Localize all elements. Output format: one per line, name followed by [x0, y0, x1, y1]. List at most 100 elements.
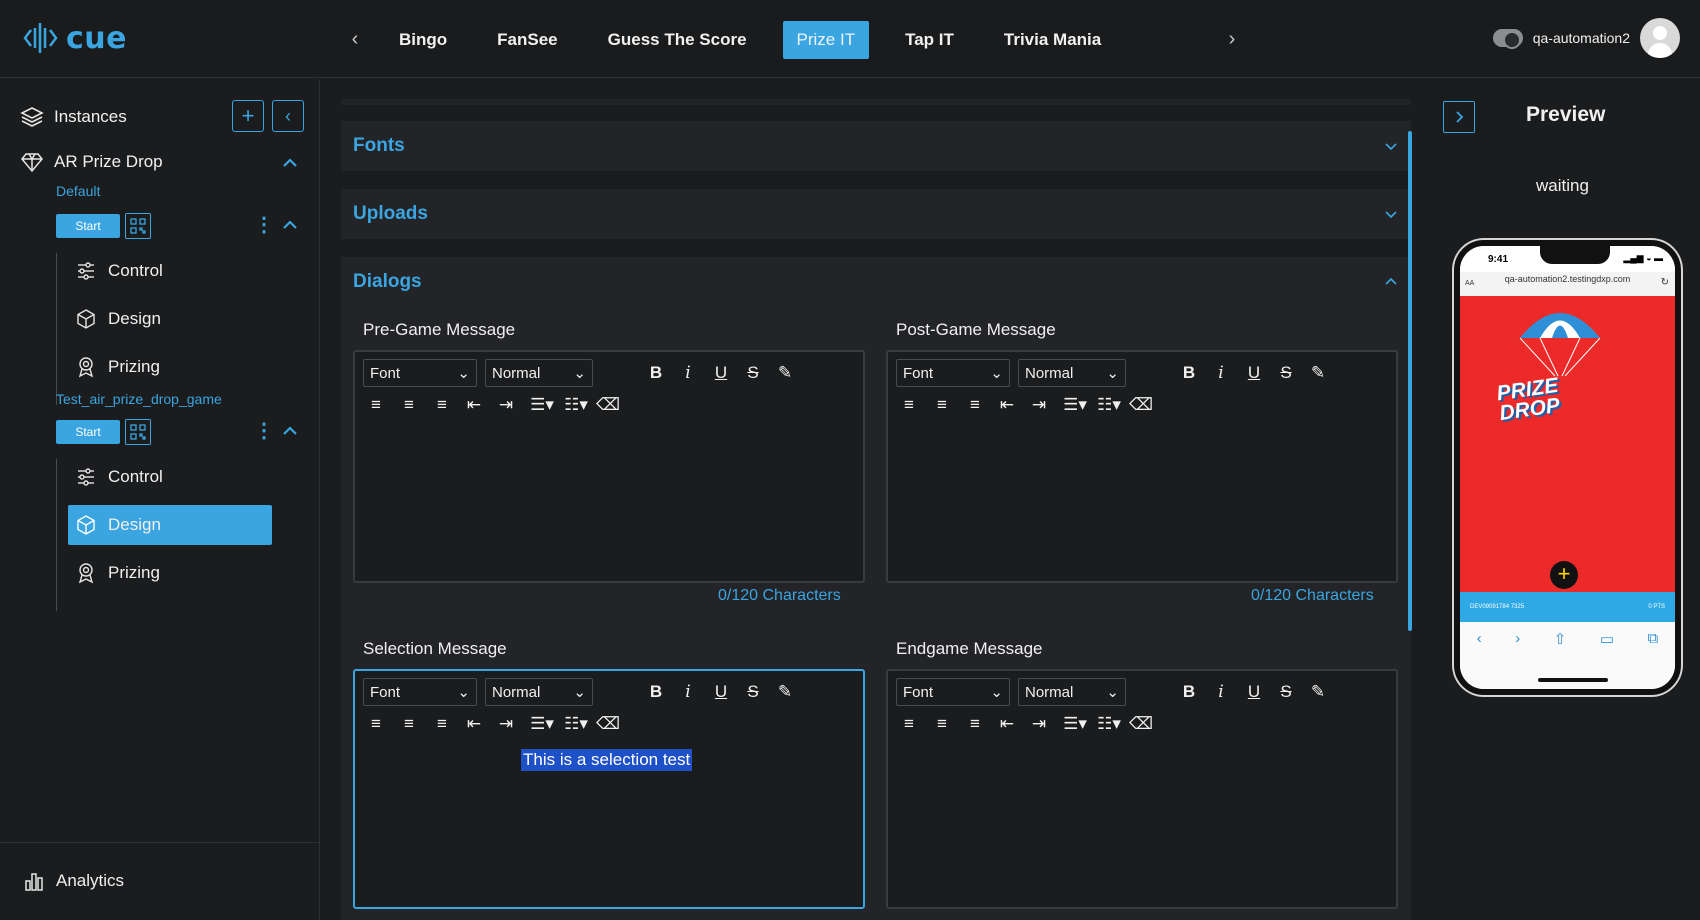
selection-editor[interactable]: Font ⌄ Normal ⌄ B i U S ✎ ≡ ≡ ≡ ⇤ ⇥ ☰▾ ☷… [353, 669, 865, 909]
align-right-icon[interactable]: ≡ [964, 713, 986, 735]
align-left-icon[interactable]: ≡ [365, 713, 387, 735]
tab-prize-it[interactable]: Prize IT [782, 21, 870, 59]
instance-name-test[interactable]: Test_air_prize_drop_game [56, 391, 222, 407]
instance-name-default[interactable]: Default [56, 183, 100, 199]
indent-icon[interactable]: ⇥ [495, 713, 517, 735]
align-right-icon[interactable]: ≡ [431, 394, 453, 416]
menu-item-control[interactable]: Control [68, 457, 272, 497]
font-select[interactable]: Font ⌄ [896, 678, 1010, 706]
user-avatar-icon[interactable] [1640, 18, 1680, 58]
nav-prev-arrow-icon[interactable]: ‹ [345, 28, 365, 50]
expand-preview-button[interactable] [1443, 101, 1475, 133]
underline-icon[interactable]: U [1243, 681, 1265, 703]
cue-logo[interactable]: cue [22, 20, 127, 56]
strikethrough-icon[interactable]: S [1275, 681, 1297, 703]
align-right-icon[interactable]: ≡ [431, 713, 453, 735]
editor-content[interactable]: This is a selection test [521, 749, 693, 771]
highlighter-icon[interactable]: ✎ [1307, 362, 1329, 384]
chevron-up-icon[interactable] [280, 421, 300, 441]
tab-tap-it[interactable]: Tap IT [891, 21, 968, 59]
outdent-icon[interactable]: ⇤ [463, 394, 485, 416]
menu-item-design[interactable]: Design [68, 299, 272, 339]
tab-bingo[interactable]: Bingo [385, 21, 461, 59]
bullet-list-icon[interactable]: ☷▾ [1094, 713, 1124, 735]
highlighter-icon[interactable]: ✎ [774, 362, 796, 384]
section-uploads[interactable]: Uploads [341, 189, 1411, 239]
highlighter-icon[interactable]: ✎ [774, 681, 796, 703]
align-center-icon[interactable]: ≡ [931, 394, 953, 416]
menu-item-control[interactable]: Control [68, 251, 272, 291]
underline-icon[interactable]: U [710, 362, 732, 384]
more-options-icon[interactable]: ⋮ [254, 215, 274, 235]
add-icon[interactable]: + [1550, 561, 1578, 589]
section-fonts[interactable]: Fonts [341, 121, 1411, 171]
underline-icon[interactable]: U [710, 681, 732, 703]
underline-icon[interactable]: U [1243, 362, 1265, 384]
tab-guess-the-score[interactable]: Guess The Score [594, 21, 761, 59]
strikethrough-icon[interactable]: S [742, 681, 764, 703]
align-right-icon[interactable]: ≡ [964, 394, 986, 416]
highlighter-icon[interactable]: ✎ [1307, 681, 1329, 703]
strikethrough-icon[interactable]: S [742, 362, 764, 384]
bold-icon[interactable]: B [1178, 362, 1200, 384]
menu-item-prizing[interactable]: Prizing [68, 553, 272, 593]
italic-icon[interactable]: i [1210, 681, 1232, 703]
collapse-sidebar-button[interactable]: ‹ [272, 100, 304, 132]
font-select[interactable]: Font ⌄ [896, 359, 1010, 387]
align-left-icon[interactable]: ≡ [898, 394, 920, 416]
qr-code-button[interactable] [125, 419, 151, 445]
chevron-up-icon[interactable] [280, 215, 300, 235]
analytics-link[interactable]: Analytics [22, 869, 124, 893]
size-select[interactable]: Normal ⌄ [1018, 359, 1126, 387]
font-select[interactable]: Font ⌄ [363, 359, 477, 387]
font-select[interactable]: Font ⌄ [363, 678, 477, 706]
ordered-list-icon[interactable]: ☰▾ [527, 713, 557, 735]
indent-icon[interactable]: ⇥ [1028, 713, 1050, 735]
tab-fansee[interactable]: FanSee [483, 21, 571, 59]
bold-icon[interactable]: B [1178, 681, 1200, 703]
theme-toggle[interactable] [1492, 29, 1523, 49]
align-center-icon[interactable]: ≡ [931, 713, 953, 735]
menu-item-prizing[interactable]: Prizing [68, 347, 272, 387]
eraser-icon[interactable]: ⌫ [1129, 713, 1153, 735]
italic-icon[interactable]: i [677, 681, 699, 703]
size-select[interactable]: Normal ⌄ [485, 359, 593, 387]
align-center-icon[interactable]: ≡ [398, 394, 420, 416]
qr-code-button[interactable] [125, 213, 151, 239]
scrollbar[interactable] [1408, 131, 1412, 631]
bold-icon[interactable]: B [645, 681, 667, 703]
pre-game-editor[interactable]: Font ⌄ Normal ⌄ B i U S ✎ ≡ ≡ ≡ ⇤ ⇥ ☰▾ ☷… [353, 350, 865, 583]
game-header[interactable]: AR Prize Drop [20, 150, 163, 174]
size-select[interactable]: Normal ⌄ [1018, 678, 1126, 706]
chevron-down-icon[interactable] [1383, 138, 1399, 154]
eraser-icon[interactable]: ⌫ [596, 394, 620, 416]
italic-icon[interactable]: i [677, 362, 699, 384]
chevron-up-icon[interactable] [280, 153, 300, 173]
add-instance-button[interactable]: + [232, 100, 264, 132]
start-button[interactable]: Start [56, 214, 120, 238]
post-game-editor[interactable]: Font ⌄ Normal ⌄ B i U S ✎ ≡ ≡ ≡ ⇤ ⇥ ☰▾ ☷… [886, 350, 1398, 583]
bullet-list-icon[interactable]: ☷▾ [1094, 394, 1124, 416]
indent-icon[interactable]: ⇥ [1028, 394, 1050, 416]
align-center-icon[interactable]: ≡ [398, 713, 420, 735]
more-options-icon[interactable]: ⋮ [254, 421, 274, 441]
endgame-editor[interactable]: Font ⌄ Normal ⌄ B i U S ✎ ≡ ≡ ≡ ⇤ ⇥ ☰▾ ☷… [886, 669, 1398, 909]
outdent-icon[interactable]: ⇤ [463, 713, 485, 735]
ordered-list-icon[interactable]: ☰▾ [1060, 713, 1090, 735]
eraser-icon[interactable]: ⌫ [1129, 394, 1153, 416]
tab-trivia-mania[interactable]: Trivia Mania [990, 21, 1115, 59]
chevron-up-icon[interactable] [1383, 274, 1399, 290]
bold-icon[interactable]: B [645, 362, 667, 384]
align-left-icon[interactable]: ≡ [898, 713, 920, 735]
start-button[interactable]: Start [56, 420, 120, 444]
eraser-icon[interactable]: ⌫ [596, 713, 620, 735]
bullet-list-icon[interactable]: ☷▾ [561, 394, 591, 416]
italic-icon[interactable]: i [1210, 362, 1232, 384]
outdent-icon[interactable]: ⇤ [996, 394, 1018, 416]
size-select[interactable]: Normal ⌄ [485, 678, 593, 706]
bullet-list-icon[interactable]: ☷▾ [561, 713, 591, 735]
ordered-list-icon[interactable]: ☰▾ [1060, 394, 1090, 416]
indent-icon[interactable]: ⇥ [495, 394, 517, 416]
align-left-icon[interactable]: ≡ [365, 394, 387, 416]
menu-item-design[interactable]: Design [68, 505, 272, 545]
